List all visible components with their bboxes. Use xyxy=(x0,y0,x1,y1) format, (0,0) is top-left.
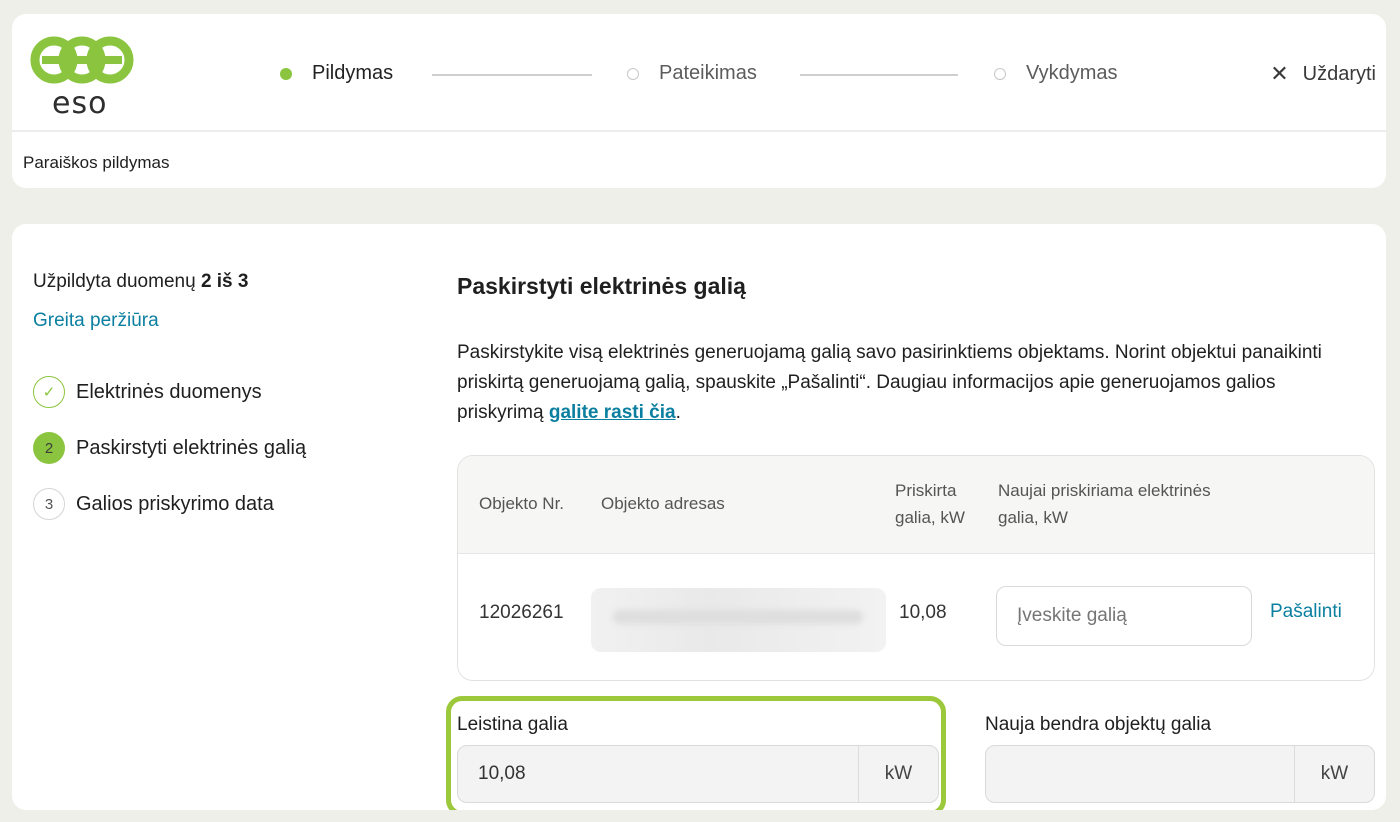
top-card: eso Pildymas Pateikimas Vykdymas ✕ Uždar… xyxy=(12,14,1386,188)
step-label: Vykdymas xyxy=(1026,62,1118,84)
step-connector xyxy=(432,74,592,76)
sidebar-step-label: Elektrinės duomenys xyxy=(76,380,262,403)
step-inactive-dot-icon xyxy=(994,67,1006,80)
new-total-power-field: kW xyxy=(985,745,1375,803)
step-number-badge: 2 xyxy=(33,432,65,464)
th-assigned: Priskirta galia, kW xyxy=(895,477,965,531)
step-pateikimas: Pateikimas xyxy=(627,62,757,85)
th-address: Objekto adresas xyxy=(601,494,725,513)
progress-summary: Užpildyta duomenų 2 iš 3 xyxy=(33,271,248,293)
sidebar-step-label: Paskirstyti elektrinės galią xyxy=(76,436,307,459)
remove-button[interactable]: Pašalinti xyxy=(1270,601,1342,623)
check-icon: ✓ xyxy=(33,376,65,408)
table-header: Objekto Nr. Objekto adresas Priskirta ga… xyxy=(458,456,1374,554)
step-connector xyxy=(800,74,958,76)
progress-value: 2 iš 3 xyxy=(200,271,249,292)
step-vykdymas: Vykdymas xyxy=(994,62,1118,85)
main-card: Užpildyta duomenų 2 iš 3 Greita peržiūra… xyxy=(12,224,1386,810)
progress-prefix: Užpildyta duomenų xyxy=(33,271,196,292)
description-end: . xyxy=(675,402,681,423)
quick-view-link[interactable]: Greita peržiūra xyxy=(33,310,159,332)
blurred-address xyxy=(591,588,886,652)
th-new-power: Naujai priskiriama elektrinės galia, kW xyxy=(998,477,1211,531)
objects-table: Objekto Nr. Objekto adresas Priskirta ga… xyxy=(457,455,1375,681)
sidebar-step-galios-data[interactable]: 3 Galios priskyrimo data xyxy=(33,488,274,520)
step-active-dot-icon xyxy=(280,67,292,80)
unit-label: kW xyxy=(1294,746,1374,802)
new-total-power-label: Nauja bendra objektų galia xyxy=(985,714,1212,735)
th-object-nr: Objekto Nr. xyxy=(479,494,565,513)
new-total-power-value xyxy=(986,746,1294,802)
step-label: Pildymas xyxy=(312,62,394,84)
highlight-frame xyxy=(446,696,946,810)
page-subtitle: Paraiškos pildymas xyxy=(23,153,170,172)
th-new-line1: Naujai priskiriama elektrinės xyxy=(998,481,1211,500)
close-icon: ✕ xyxy=(1270,61,1289,86)
section-description: Paskirstykite visą elektrinės generuojam… xyxy=(457,338,1367,428)
power-input-group: kW xyxy=(996,586,1252,646)
power-input[interactable] xyxy=(997,587,1251,645)
step-inactive-dot-icon xyxy=(627,67,639,80)
sidebar-step-paskirstyti[interactable]: 2 Paskirstyti elektrinės galią xyxy=(33,432,306,464)
header: eso Pildymas Pateikimas Vykdymas ✕ Uždar… xyxy=(12,14,1386,132)
sidebar-step-elektrines-duomenys[interactable]: ✓ Elektrinės duomenys xyxy=(33,376,262,408)
close-label: Uždaryti xyxy=(1302,62,1376,85)
th-new-line2: galia, kW xyxy=(998,508,1068,527)
step-label: Pateikimas xyxy=(659,62,757,84)
cell-object-nr: 12026261 xyxy=(479,602,564,623)
step-number-badge: 3 xyxy=(33,488,65,520)
logo-text: eso xyxy=(52,86,108,121)
close-button[interactable]: ✕ Uždaryti xyxy=(1270,61,1376,87)
info-link[interactable]: galite rasti čia xyxy=(549,402,676,423)
cell-assigned: 10,08 xyxy=(899,602,947,623)
th-assigned-line1: Priskirta xyxy=(895,481,957,500)
sidebar-step-label: Galios priskyrimo data xyxy=(76,492,274,515)
th-assigned-line2: galia, kW xyxy=(895,508,965,527)
step-pildymas: Pildymas xyxy=(280,62,393,85)
section-title: Paskirstyti elektrinės galią xyxy=(457,273,746,299)
